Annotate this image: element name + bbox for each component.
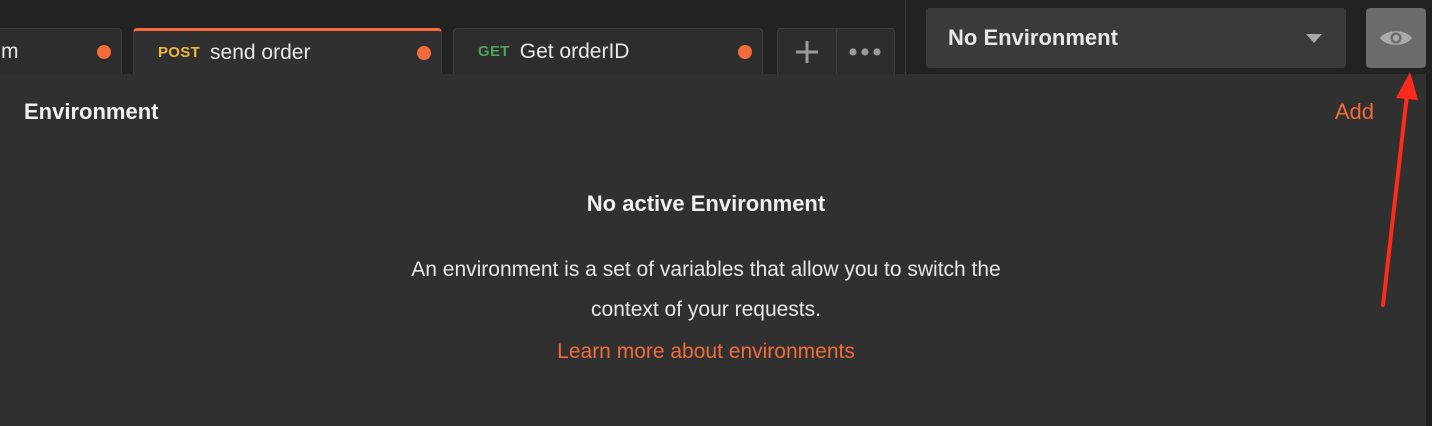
request-tab-active[interactable]: POST send order [133, 28, 442, 74]
panel-title: Environment [24, 99, 159, 124]
unsaved-dot-icon [738, 44, 752, 59]
tab-label: m [1, 39, 19, 63]
plus-icon [795, 40, 818, 63]
empty-state-title: No active Environment [586, 191, 826, 216]
request-tab[interactable]: m [0, 28, 122, 74]
more-tabs-button[interactable] [835, 29, 894, 74]
empty-state-description: An environment is a set of variables tha… [331, 250, 1081, 330]
ellipsis-icon [849, 47, 882, 56]
unsaved-dot-icon [417, 45, 431, 60]
new-tab-button[interactable] [778, 29, 836, 74]
empty-state-description-line: An environment is a set of variables tha… [411, 258, 1001, 281]
request-tab[interactable]: GET Get orderID [453, 28, 763, 74]
environment-selector[interactable]: No Environment [926, 8, 1346, 68]
learn-more-link[interactable]: Learn more about environments [0, 340, 1412, 364]
caret-down-icon [1306, 34, 1322, 43]
environment-quick-look-panel: Environment Add No active Environment An… [0, 74, 1426, 426]
tab-tools [777, 28, 895, 74]
add-environment-link[interactable]: Add [1335, 99, 1374, 125]
environment-quick-look-button[interactable] [1366, 8, 1426, 68]
divider [905, 0, 906, 74]
unsaved-dot-icon [97, 44, 111, 59]
eye-icon [1380, 31, 1412, 45]
method-badge: POST [158, 44, 201, 61]
tab-label: Get orderID [519, 39, 630, 63]
tab-label: send order [210, 40, 311, 64]
window-edge [1426, 74, 1432, 426]
method-badge: GET [478, 43, 510, 60]
app-window: m POST send order GET Get orderID No Env… [0, 0, 1432, 426]
environment-selector-value: No Environment [948, 25, 1118, 50]
empty-state-description-line: context of your requests. [591, 298, 821, 321]
